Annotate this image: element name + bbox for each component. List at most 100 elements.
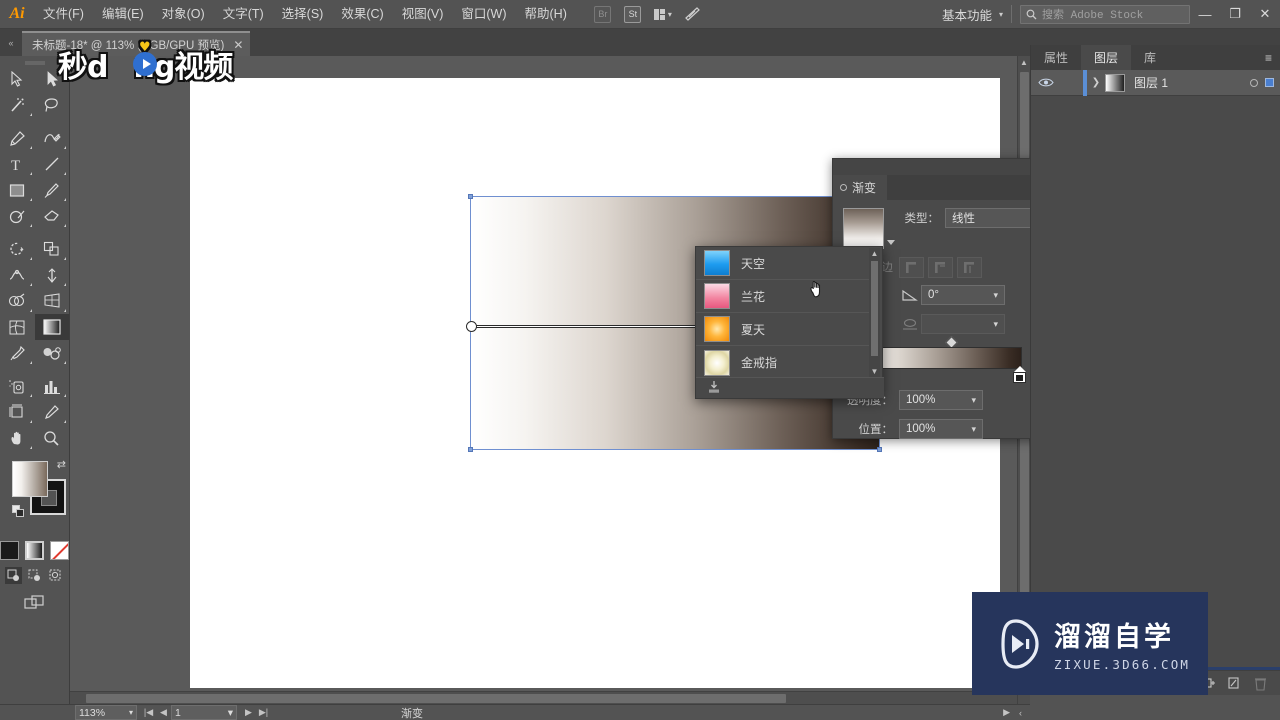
- visibility-toggle-icon[interactable]: [1031, 77, 1061, 88]
- tool-free-transform[interactable]: [35, 262, 70, 288]
- draw-normal-button[interactable]: [5, 567, 22, 584]
- tool-line-segment[interactable]: [35, 151, 70, 177]
- scroll-up-icon[interactable]: ▲: [869, 248, 880, 259]
- chevron-down-icon[interactable]: [887, 240, 895, 245]
- last-artboard-icon[interactable]: ▶|: [256, 707, 271, 718]
- tool-pen[interactable]: [0, 125, 35, 151]
- tool-width[interactable]: [0, 262, 35, 288]
- tool-type[interactable]: T: [0, 151, 35, 177]
- libraries-icon[interactable]: [706, 380, 722, 397]
- tool-curvature[interactable]: [35, 125, 70, 151]
- scroll-up-icon[interactable]: ▲: [1018, 56, 1030, 69]
- default-fill-stroke-icon[interactable]: [12, 505, 25, 518]
- expand-layer-icon[interactable]: ❯: [1087, 77, 1105, 88]
- tool-paintbrush[interactable]: [35, 177, 70, 203]
- workspace-switcher[interactable]: 基本功能: [938, 5, 996, 24]
- first-artboard-icon[interactable]: |◀: [141, 707, 156, 718]
- create-new-layer-icon[interactable]: [1221, 676, 1247, 690]
- color-fill-button[interactable]: [0, 541, 19, 560]
- layer-name[interactable]: 图层 1: [1134, 74, 1168, 91]
- delete-selection-icon[interactable]: [1247, 676, 1273, 691]
- minimize-button[interactable]: —: [1190, 0, 1220, 29]
- swap-fill-stroke-icon[interactable]: ⇄: [57, 458, 66, 471]
- status-expand-icon[interactable]: ▶: [1003, 707, 1010, 718]
- gradient-start-handle[interactable]: [466, 321, 477, 332]
- tool-rotate[interactable]: [0, 236, 35, 262]
- stock-icon[interactable]: St: [621, 4, 645, 24]
- menu-help[interactable]: 帮助(H): [516, 0, 576, 29]
- gradient-angle-select[interactable]: 0° ▾: [921, 285, 1005, 305]
- panel-menu-icon[interactable]: ≡: [1265, 51, 1272, 65]
- preset-scroll-thumb[interactable]: [871, 261, 878, 356]
- menu-view[interactable]: 视图(V): [393, 0, 453, 29]
- menu-file[interactable]: 文件(F): [34, 0, 93, 29]
- tool-shape-builder[interactable]: [0, 288, 35, 314]
- tool-perspective-grid[interactable]: [35, 288, 70, 314]
- layer-row[interactable]: ❯ 图层 1: [1031, 69, 1280, 96]
- preset-item-gold-ring[interactable]: 金戒指: [696, 346, 872, 379]
- tool-eyedropper[interactable]: [0, 340, 35, 366]
- adobe-stock-search[interactable]: 搜索 Adobe Stock: [1020, 4, 1190, 24]
- menu-edit[interactable]: 编辑(E): [93, 0, 153, 29]
- tool-lasso[interactable]: [35, 92, 70, 118]
- preset-list-scrollbar[interactable]: ▲ ▼: [869, 248, 880, 377]
- scroll-down-icon[interactable]: ▼: [869, 366, 880, 377]
- close-button[interactable]: ✕: [1250, 0, 1280, 29]
- status-resize-icon[interactable]: ‹: [1019, 708, 1022, 718]
- prev-artboard-icon[interactable]: ◀: [156, 707, 171, 718]
- next-artboard-icon[interactable]: ▶: [241, 707, 256, 718]
- stroke-along-button[interactable]: [928, 256, 953, 278]
- gradient-preview-swatch[interactable]: [843, 208, 884, 249]
- preset-item-summer[interactable]: 夏天: [696, 313, 872, 346]
- tool-artboard[interactable]: [0, 399, 35, 425]
- tool-scale[interactable]: [35, 236, 70, 262]
- canvas-horizontal-scrollbar[interactable]: [70, 691, 1017, 704]
- sync-settings-icon[interactable]: [681, 4, 705, 24]
- menu-object[interactable]: 对象(O): [153, 0, 214, 29]
- gradient-preset-dropdown[interactable]: 天空 兰花 夏天 金戒指 ▲ ▼: [695, 246, 884, 399]
- screen-mode-button[interactable]: [0, 594, 69, 611]
- draw-behind-button[interactable]: [26, 567, 43, 584]
- gradient-fill-button[interactable]: [25, 541, 44, 560]
- stroke-across-button[interactable]: [957, 256, 982, 278]
- bridge-icon[interactable]: Br: [591, 4, 615, 24]
- none-fill-button[interactable]: [50, 541, 69, 560]
- arrange-documents-icon[interactable]: ▾: [651, 4, 675, 24]
- restore-button[interactable]: ❐: [1220, 0, 1250, 29]
- gradient-location-select[interactable]: 100% ▾: [899, 419, 983, 439]
- gradient-aspect-select[interactable]: ▾: [921, 314, 1005, 334]
- close-icon[interactable]: ✕: [233, 38, 243, 52]
- gradient-opacity-select[interactable]: 100% ▾: [899, 390, 983, 410]
- tab-layers[interactable]: 图层: [1081, 45, 1132, 70]
- workspace-chevron-icon[interactable]: ▾: [999, 10, 1003, 19]
- fill-color-swatch[interactable]: [12, 461, 48, 497]
- tab-libraries[interactable]: 库: [1131, 45, 1169, 70]
- gradient-end-stop-handle[interactable]: [1013, 366, 1026, 383]
- preset-item-orchid[interactable]: 兰花: [696, 280, 872, 313]
- menu-select[interactable]: 选择(S): [273, 0, 333, 29]
- preset-item-sky[interactable]: 天空: [696, 247, 872, 280]
- tool-rectangle[interactable]: [0, 177, 35, 203]
- tool-column-graph[interactable]: [35, 373, 70, 399]
- menu-type[interactable]: 文字(T): [214, 0, 273, 29]
- tool-slice[interactable]: [35, 399, 70, 425]
- tool-mesh[interactable]: [0, 314, 35, 340]
- tool-zoom[interactable]: [35, 425, 70, 451]
- tool-blend[interactable]: [35, 340, 70, 366]
- tool-shaper[interactable]: [0, 203, 35, 229]
- tool-magic-wand[interactable]: [0, 92, 35, 118]
- tool-eraser[interactable]: [35, 203, 70, 229]
- tab-gradient[interactable]: 渐变: [833, 175, 888, 200]
- tool-symbol-sprayer[interactable]: [0, 373, 35, 399]
- zoom-level-select[interactable]: 113% ▾: [75, 705, 137, 720]
- target-indicator-icon[interactable]: [1250, 78, 1258, 87]
- tool-selection[interactable]: [0, 66, 35, 92]
- tab-properties[interactable]: 属性: [1031, 45, 1081, 70]
- menu-effect[interactable]: 效果(C): [332, 0, 392, 29]
- stroke-within-button[interactable]: [899, 256, 924, 278]
- draw-inside-button[interactable]: [47, 567, 64, 584]
- horizontal-scroll-thumb[interactable]: [86, 694, 786, 703]
- artboard-number-select[interactable]: 1 ▾: [171, 705, 237, 720]
- selection-indicator[interactable]: [1265, 78, 1274, 87]
- tool-hand[interactable]: [0, 425, 35, 451]
